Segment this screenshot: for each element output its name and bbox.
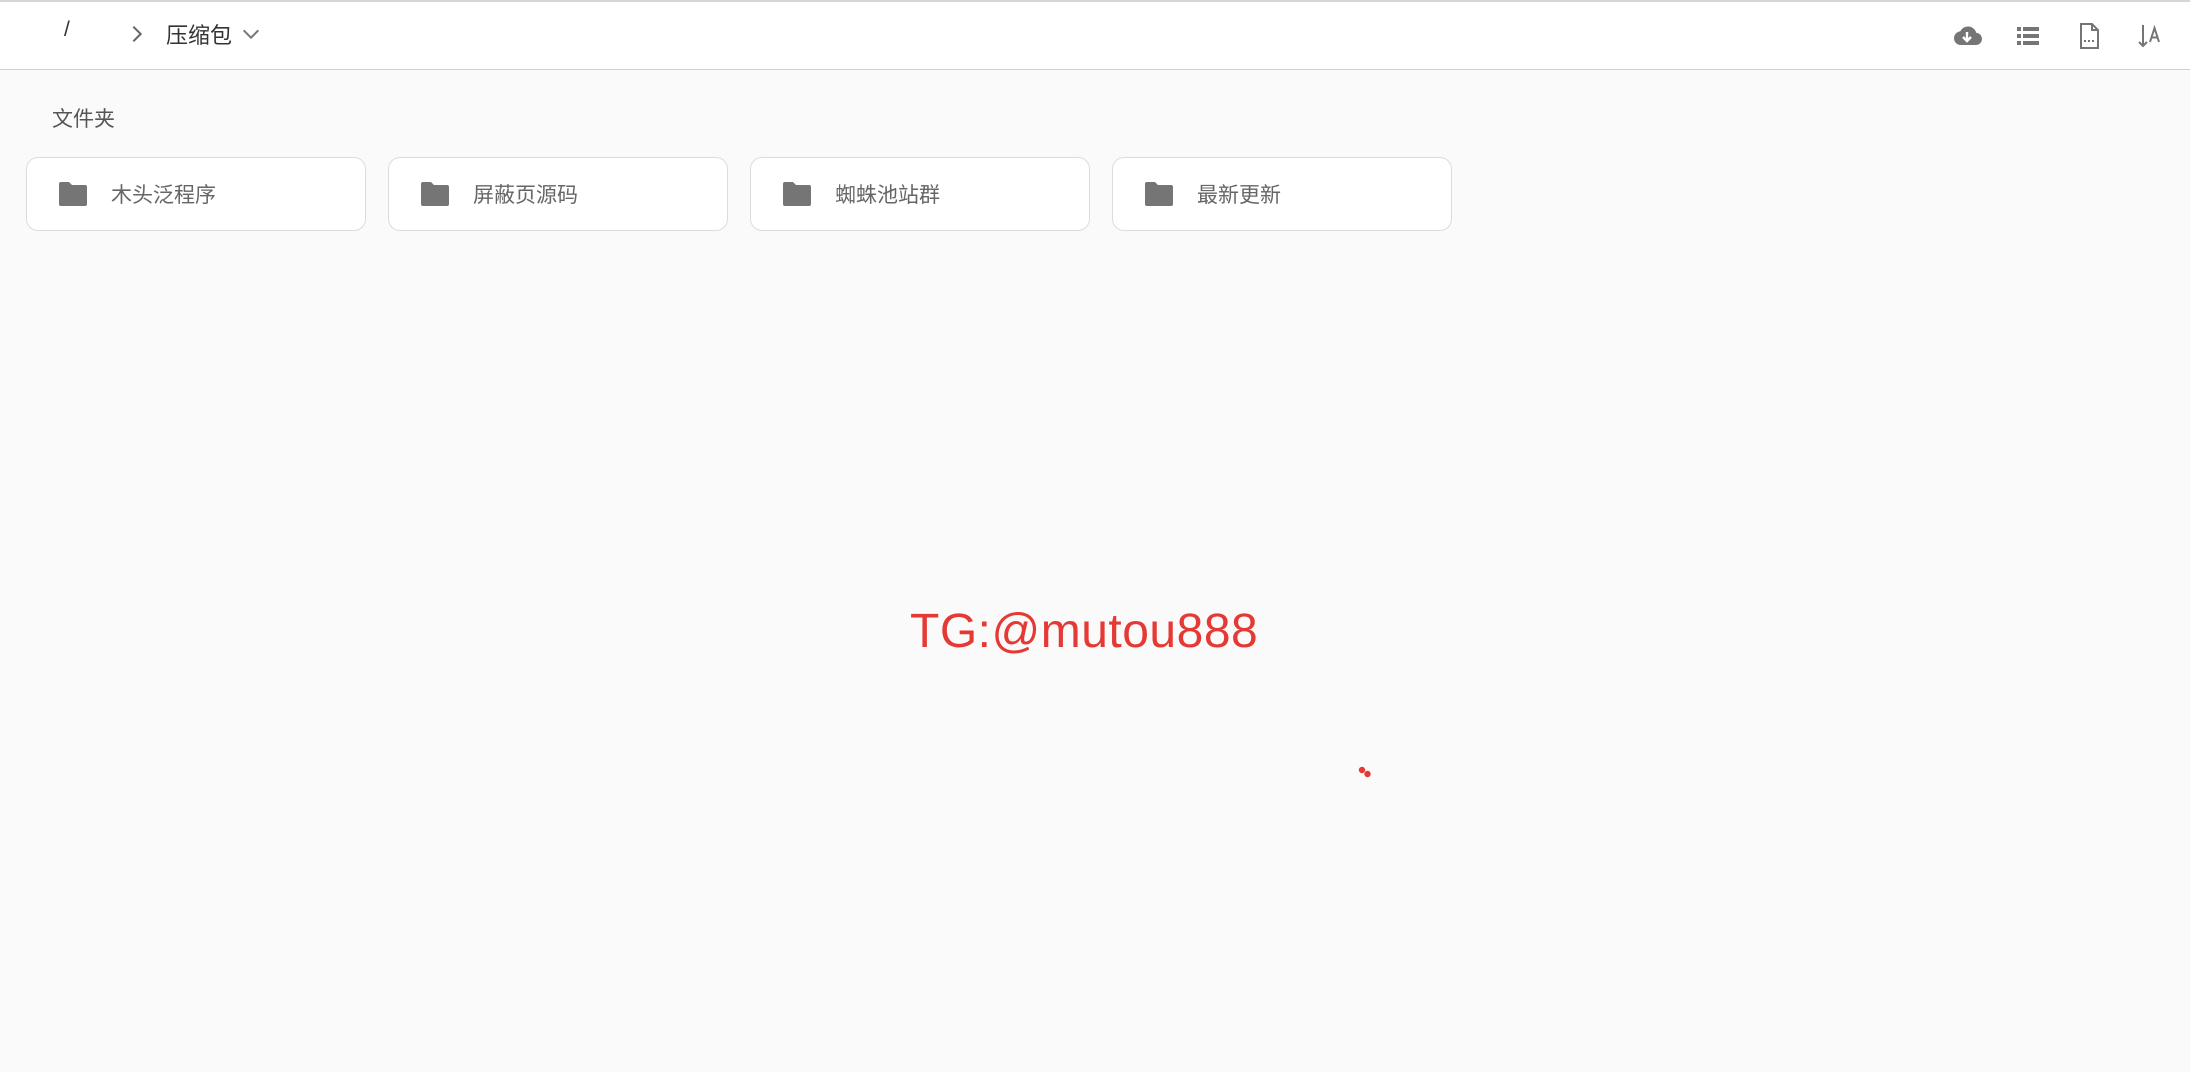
download-button[interactable] [1951,20,1983,52]
folder-name: 蜘蛛池站群 [835,184,940,207]
folder-item[interactable]: 木头泛程序 [26,157,366,231]
watermark-text: TG:@mutou888 [910,605,1259,658]
breadcrumb-root[interactable]: / [64,18,70,42]
folder-name: 木头泛程序 [111,184,216,207]
loading-spinner-icon [1358,766,1371,778]
folder-item[interactable]: 屏蔽页源码 [388,157,728,231]
folder-icon [783,182,811,206]
sort-icon [2138,24,2160,48]
file-preview-button[interactable] [2073,20,2105,52]
sort-button[interactable] [2134,20,2166,52]
list-view-icon [2017,27,2039,45]
list-view-button[interactable] [2012,20,2044,52]
folder-icon [1145,182,1173,206]
folders-section-title: 文件夹 [52,108,115,131]
folder-item[interactable]: 蜘蛛池站群 [750,157,1090,231]
folder-icon [421,182,449,206]
folder-item[interactable]: 最新更新 [1112,157,1452,231]
file-preview-icon [2080,23,2099,49]
breadcrumb-current-folder[interactable]: 压缩包 [166,18,262,50]
chevron-right-icon [132,25,143,43]
folder-list: 木头泛程序 屏蔽页源码 蜘蛛池站群 最新更新 [26,157,1452,231]
download-icon [1954,26,1982,45]
top-bar: / 压缩包 [0,0,2190,70]
folder-name: 屏蔽页源码 [473,184,578,207]
current-folder-label: 压缩包 [166,23,233,48]
folder-name: 最新更新 [1197,184,1281,207]
chevron-down-icon [242,29,260,40]
folder-icon [59,182,87,206]
